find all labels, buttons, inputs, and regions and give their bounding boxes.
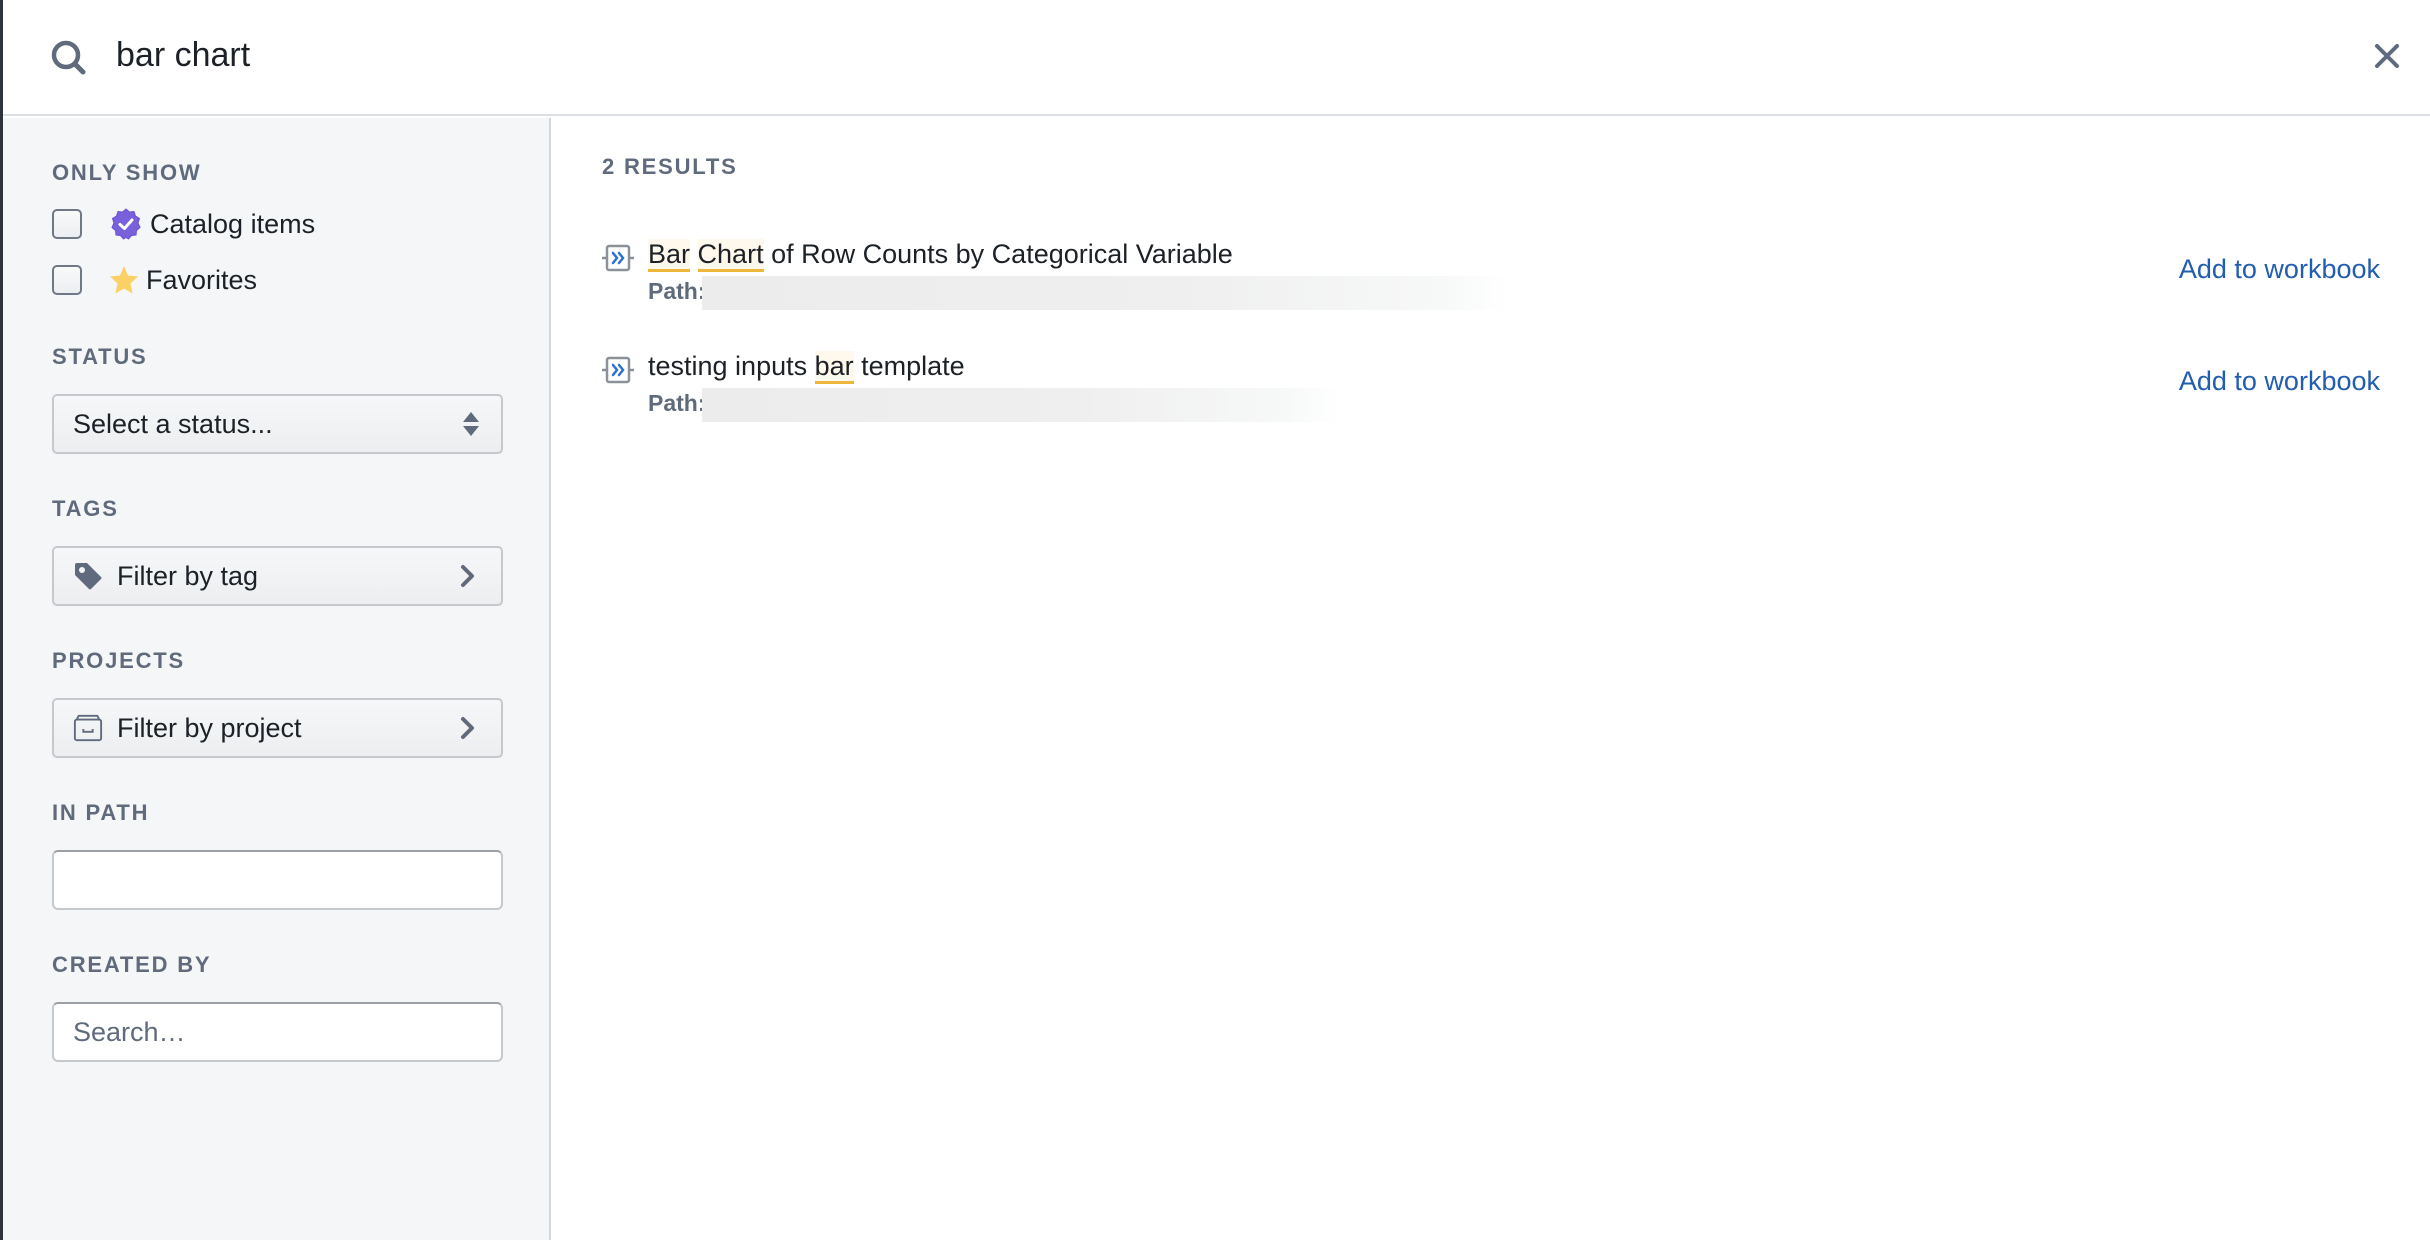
- search-icon: [51, 40, 86, 75]
- search-header: bar chart: [3, 0, 2430, 116]
- filter-by-project-button[interactable]: Filter by project: [52, 698, 503, 758]
- status-select[interactable]: Select a status...: [52, 394, 503, 454]
- match-highlight: bar: [814, 351, 854, 384]
- star-icon: [108, 264, 140, 296]
- path-label: Path:: [648, 278, 706, 304]
- chevron-right-icon: [461, 565, 474, 587]
- catalog-items-checkbox[interactable]: [52, 209, 82, 239]
- match-highlight: Bar: [648, 239, 691, 272]
- result-item: Bar Chart of Row Counts by Categorical V…: [600, 234, 2380, 324]
- favorites-filter[interactable]: Favorites: [52, 263, 257, 297]
- filter-by-project-label: Filter by project: [117, 712, 302, 743]
- catalog-items-filter[interactable]: Catalog items: [52, 207, 315, 241]
- status-label: STATUS: [52, 344, 148, 369]
- template-icon: [602, 244, 634, 272]
- verified-badge-icon: [110, 208, 142, 240]
- filter-by-tag-label: Filter by tag: [117, 560, 259, 591]
- favorites-label: Favorites: [146, 264, 258, 295]
- in-path-input[interactable]: [52, 850, 503, 910]
- close-icon[interactable]: [2371, 40, 2403, 72]
- path-value-redacted: [702, 276, 1506, 310]
- only-show-label: ONLY SHOW: [52, 160, 202, 185]
- search-input[interactable]: bar chart: [116, 30, 250, 80]
- result-title[interactable]: Bar Chart of Row Counts by Categorical V…: [648, 234, 1233, 274]
- double-caret-icon: [463, 412, 479, 436]
- project-box-icon: [73, 713, 103, 743]
- filter-by-tag-button[interactable]: Filter by tag: [52, 546, 503, 606]
- path-value-redacted: [702, 388, 1338, 422]
- status-select-value: Select a status...: [73, 408, 273, 439]
- match-highlight: Chart: [697, 239, 764, 272]
- add-to-workbook-link[interactable]: Add to workbook: [2179, 254, 2380, 285]
- catalog-items-label: Catalog items: [150, 208, 316, 239]
- tag-icon: [73, 561, 103, 591]
- in-path-label: IN PATH: [52, 800, 150, 825]
- results-count: 2 RESULTS: [602, 154, 738, 179]
- title-text: template: [853, 351, 965, 381]
- result-title[interactable]: testing inputs bar template: [648, 346, 965, 386]
- created-by-search-input[interactable]: [52, 1002, 503, 1062]
- title-text: [690, 239, 698, 269]
- filter-sidebar: ONLY SHOW Catalog items Favorites STATUS…: [3, 118, 551, 1240]
- chevron-right-icon: [461, 717, 474, 739]
- add-to-workbook-link[interactable]: Add to workbook: [2179, 366, 2380, 397]
- template-icon: [602, 356, 634, 384]
- title-text: testing inputs: [648, 351, 815, 381]
- created-by-label: CREATED BY: [52, 952, 212, 977]
- tags-label: TAGS: [52, 496, 119, 521]
- result-item: testing inputs bar template Path: Add to…: [600, 346, 2380, 436]
- path-label: Path:: [648, 390, 706, 416]
- title-text: of Row Counts by Categorical Variable: [763, 239, 1233, 269]
- projects-label: PROJECTS: [52, 648, 185, 673]
- favorites-checkbox[interactable]: [52, 265, 82, 295]
